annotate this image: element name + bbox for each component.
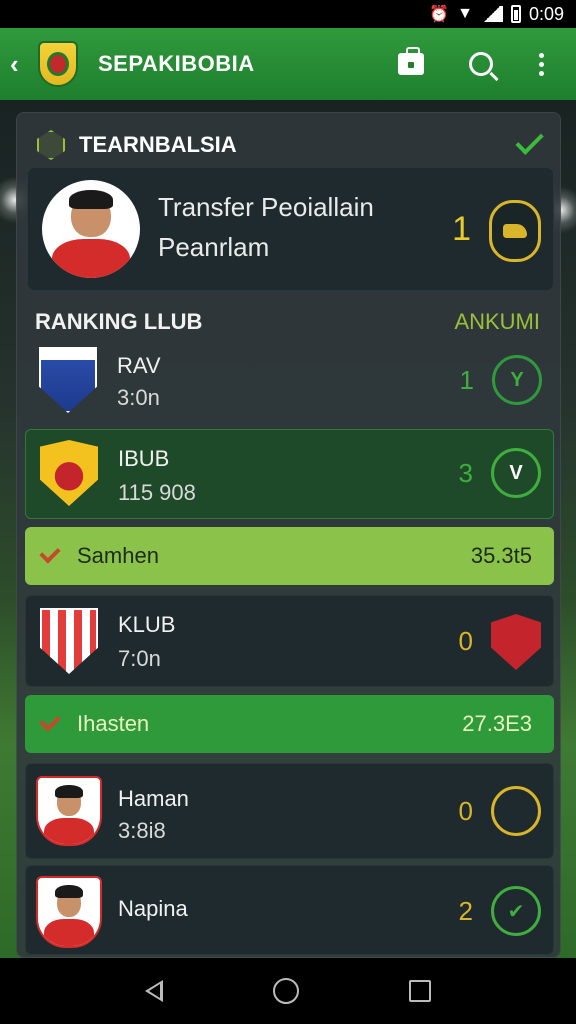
chevron-check-icon xyxy=(37,545,63,567)
nav-recents-icon[interactable] xyxy=(409,980,431,1002)
summary-bar[interactable]: Ihasten 27.3E3 xyxy=(25,695,554,753)
club-row[interactable]: IBUB 115 908 3 V xyxy=(25,429,554,519)
back-arrow-icon[interactable]: ‹ xyxy=(10,49,30,80)
club-name: KLUB xyxy=(118,612,176,637)
search-icon xyxy=(469,52,493,76)
featured-title: Transfer Peoiallain xyxy=(158,192,374,222)
system-nav-bar xyxy=(0,958,576,1024)
app-bar: ‹ SEPAKIBOBIA xyxy=(0,28,576,100)
checkmark-icon[interactable] xyxy=(515,126,544,155)
summary-bar[interactable]: Samhen 35.3t5 xyxy=(25,527,554,585)
club-crest-logo xyxy=(38,41,78,87)
ranking-label: RANKING LLUB xyxy=(35,309,203,334)
club-row[interactable]: KLUB 7:0n 0 xyxy=(25,595,554,687)
player-row[interactable]: Haman 3:8i8 0 xyxy=(25,763,554,859)
club-value: 3:0n xyxy=(117,385,160,410)
nav-home-icon[interactable] xyxy=(273,978,299,1004)
summary-label: Ihasten xyxy=(77,711,150,736)
status-bar: ⏰ ▼ 0:09 xyxy=(0,0,576,28)
shop-bag-icon xyxy=(398,47,424,75)
player-row[interactable]: Napina 2 ✔ xyxy=(25,865,554,955)
summary-value: 27.3E3 xyxy=(462,711,532,736)
featured-subtitle: Peanrlam xyxy=(158,232,270,262)
yellow-crest-icon xyxy=(40,440,98,506)
player-avatar xyxy=(36,776,102,846)
search-button[interactable] xyxy=(446,52,516,76)
note-badge-icon[interactable] xyxy=(491,786,541,836)
ranking-right-label[interactable]: ANKUMI xyxy=(454,309,540,335)
club-value: 115 908 xyxy=(118,480,196,505)
status-time: 0:09 xyxy=(528,3,564,24)
club-rank-number: 1 xyxy=(459,365,474,395)
panel-title: TEARNBALSIA xyxy=(79,132,237,157)
shield-check-icon xyxy=(37,130,65,160)
club-row[interactable]: RAV 3:0n 1 Y xyxy=(25,339,554,427)
blue-crest-icon xyxy=(39,347,97,413)
app-title: SEPAKIBOBIA xyxy=(98,51,255,76)
more-options-button[interactable] xyxy=(516,52,566,76)
battery-icon xyxy=(510,5,521,23)
panel-header: TEARNBALSIA xyxy=(37,125,544,165)
main-panel: TEARNBALSIA Transfer Peoiallain Peanrlam… xyxy=(16,112,561,958)
trophy-hand-icon[interactable] xyxy=(489,200,541,262)
club-name: IBUB xyxy=(118,446,170,471)
more-vert-icon xyxy=(538,52,544,76)
featured-card[interactable]: Transfer Peoiallain Peanrlam 1 xyxy=(27,167,554,291)
signal-icon xyxy=(480,6,503,22)
check-badge-icon[interactable]: ✔ xyxy=(491,886,541,936)
player-value: 3:8i8 xyxy=(118,818,166,843)
player-number: 0 xyxy=(458,796,473,826)
club-rank-number: 3 xyxy=(458,458,473,488)
striped-crest-icon xyxy=(40,608,98,674)
featured-number: 1 xyxy=(452,210,471,248)
player-avatar xyxy=(42,180,140,278)
wifi-icon: ▼ xyxy=(457,5,473,22)
shop-bag-button[interactable] xyxy=(376,47,446,75)
club-value: 7:0n xyxy=(118,646,161,671)
alarm-icon: ⏰ xyxy=(429,6,450,23)
player-name: Napina xyxy=(118,896,188,921)
player-name: Haman xyxy=(118,786,189,811)
player-avatar xyxy=(36,876,102,948)
summary-label: Samhen xyxy=(77,543,159,568)
club-rank-number: 0 xyxy=(458,626,473,656)
chevron-down-badge-icon[interactable]: V xyxy=(491,448,541,498)
red-crest-badge-icon[interactable] xyxy=(491,614,541,670)
nav-back-icon[interactable] xyxy=(145,980,163,1002)
summary-value: 35.3t5 xyxy=(470,543,532,568)
timer-badge-icon[interactable]: Y xyxy=(492,355,542,405)
club-name: RAV xyxy=(117,353,161,378)
chevron-check-icon xyxy=(37,713,63,735)
player-number: 2 xyxy=(458,896,473,926)
